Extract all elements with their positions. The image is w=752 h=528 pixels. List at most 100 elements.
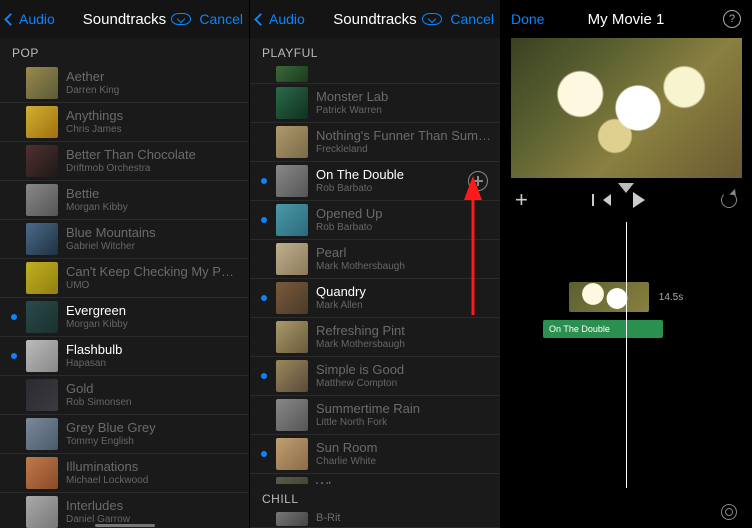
editor-nav: Done My Movie 1 ?	[501, 0, 751, 38]
track-artwork	[276, 360, 308, 392]
track-row-partial[interactable]: B-Rit	[250, 510, 500, 528]
track-artist: Rob Barbato	[316, 183, 460, 195]
track-row[interactable]: EvergreenMorgan Kibby	[0, 298, 249, 337]
track-meta: AnythingsChris James	[66, 108, 241, 137]
downloaded-dot-icon	[261, 178, 267, 184]
track-title: Anythings	[66, 108, 241, 124]
download-indicator-col	[260, 373, 268, 379]
downloaded-dot-icon	[261, 451, 267, 457]
soundtracks-panel-playful: Audio Soundtracks Cancel PLAYFUL Monster…	[250, 0, 501, 528]
audio-clip[interactable]: On The Double	[543, 320, 663, 338]
track-artist: Freckleland	[316, 144, 492, 156]
track-row[interactable]: PearlMark Mothersbaugh	[250, 240, 500, 279]
track-artist: Charlie White	[316, 456, 492, 468]
cancel-button[interactable]: Cancel	[199, 11, 243, 27]
track-row[interactable]: AetherDarren King	[0, 64, 249, 103]
track-meta: Monster LabPatrick Warren	[316, 89, 492, 118]
cloud-download-icon[interactable]	[422, 13, 442, 25]
play-icon[interactable]	[633, 192, 645, 208]
track-row[interactable]: Can't Keep Checking My PhoneUMO	[0, 259, 249, 298]
back-button[interactable]: Audio	[256, 11, 305, 27]
track-meta: Opened UpRob Barbato	[316, 206, 492, 235]
track-title: Monster Lab	[316, 89, 492, 105]
add-media-button[interactable]: +	[515, 189, 528, 211]
video-preview[interactable]	[511, 38, 742, 178]
track-row[interactable]: Summertime RainLittle North Fork	[250, 396, 500, 435]
track-row[interactable]: Refreshing PintMark Mothersbaugh	[250, 318, 500, 357]
track-title: On The Double	[316, 167, 460, 183]
track-row[interactable]: Better Than ChocolateDriftmob Orchestra	[0, 142, 249, 181]
track-row[interactable]: FlashbulbHapasan	[0, 337, 249, 376]
track-list[interactable]: AetherDarren King AnythingsChris James Bet…	[0, 64, 249, 528]
settings-icon[interactable]	[721, 504, 737, 520]
track-row[interactable]: On The DoubleRob Barbato	[250, 162, 500, 201]
skip-back-icon[interactable]	[603, 194, 611, 206]
download-indicator-col	[260, 217, 268, 223]
playhead-marker-icon	[618, 183, 634, 193]
track-title: Nothing's Funner Than Summ…	[316, 128, 492, 144]
editor-panel: Done My Movie 1 ? + 14.5s On The Double	[501, 0, 752, 528]
track-row-partial[interactable]	[250, 64, 500, 84]
download-indicator-col	[10, 353, 18, 359]
track-artwork	[26, 184, 58, 216]
track-artist: Mark Allen	[316, 300, 492, 312]
track-title: Opened Up	[316, 206, 492, 222]
track-row[interactable]: InterludesDaniel Garrow	[0, 493, 249, 528]
add-track-button[interactable]	[468, 171, 488, 191]
track-title: Illuminations	[66, 459, 241, 475]
track-meta: InterludesDaniel Garrow	[66, 498, 241, 527]
track-artwork	[26, 262, 58, 294]
track-list[interactable]: Monster LabPatrick Warren Nothing's Funne…	[250, 84, 500, 484]
track-artwork	[276, 243, 308, 275]
track-meta: PearlMark Mothersbaugh	[316, 245, 492, 274]
track-row[interactable]: Opened UpRob Barbato	[250, 201, 500, 240]
track-row[interactable]: IlluminationsMichael Lockwood	[0, 454, 249, 493]
track-row[interactable]: QuandryMark Allen	[250, 279, 500, 318]
download-indicator-col	[260, 295, 268, 301]
cancel-button[interactable]: Cancel	[450, 11, 494, 27]
help-icon[interactable]: ?	[723, 10, 741, 28]
back-label: Audio	[269, 11, 305, 27]
track-artwork	[26, 145, 58, 177]
track-artist: Rob Barbato	[316, 222, 492, 234]
track-title: Simple is Good	[316, 362, 492, 378]
track-row[interactable]: Sun RoomCharlie White	[250, 435, 500, 474]
track-row[interactable]: Nothing's Funner Than Summ…Freckleland	[250, 123, 500, 162]
download-indicator-col	[260, 451, 268, 457]
track-artist: Chris James	[66, 124, 241, 136]
timeline[interactable]: 14.5s On The Double	[501, 222, 751, 528]
soundtracks-panel-pop: Audio Soundtracks Cancel POP AetherDarre…	[0, 0, 250, 528]
track-meta: Refreshing PintMark Mothersbaugh	[316, 323, 492, 352]
track-meta: EvergreenMorgan Kibby	[66, 303, 241, 332]
track-artwork	[26, 67, 58, 99]
track-row[interactable]: Grey Blue GreyTommy English	[0, 415, 249, 454]
playhead-line	[626, 222, 627, 488]
undo-icon[interactable]	[721, 192, 737, 208]
download-indicator-col	[10, 314, 18, 320]
track-row[interactable]: GoldRob Simonsen	[0, 376, 249, 415]
track-row[interactable]: BettieMorgan Kibby	[0, 181, 249, 220]
back-label: Audio	[19, 11, 55, 27]
track-artwork	[276, 438, 308, 470]
track-artist: UMO	[66, 280, 241, 292]
track-artwork	[26, 223, 58, 255]
track-row[interactable]: Blue MountainsGabriel Witcher	[0, 220, 249, 259]
track-artwork	[26, 340, 58, 372]
track-row[interactable]: WhyFreckleland	[250, 474, 500, 484]
track-row[interactable]: Simple is GoodMatthew Compton	[250, 357, 500, 396]
track-row[interactable]: Monster LabPatrick Warren	[250, 84, 500, 123]
back-button[interactable]: Audio	[6, 11, 55, 27]
track-row[interactable]: AnythingsChris James	[0, 103, 249, 142]
track-meta: AetherDarren King	[66, 69, 241, 98]
track-meta: Grey Blue GreyTommy English	[66, 420, 241, 449]
track-artwork	[276, 399, 308, 431]
track-artwork	[276, 477, 308, 484]
track-meta: Blue MountainsGabriel Witcher	[66, 225, 241, 254]
cloud-download-icon[interactable]	[171, 13, 191, 25]
track-artist: Driftmob Orchestra	[66, 163, 241, 175]
downloaded-dot-icon	[261, 217, 267, 223]
track-artist: Michael Lockwood	[66, 475, 241, 487]
track-meta: QuandryMark Allen	[316, 284, 492, 313]
done-button[interactable]: Done	[511, 11, 544, 27]
video-clip[interactable]	[569, 282, 649, 312]
